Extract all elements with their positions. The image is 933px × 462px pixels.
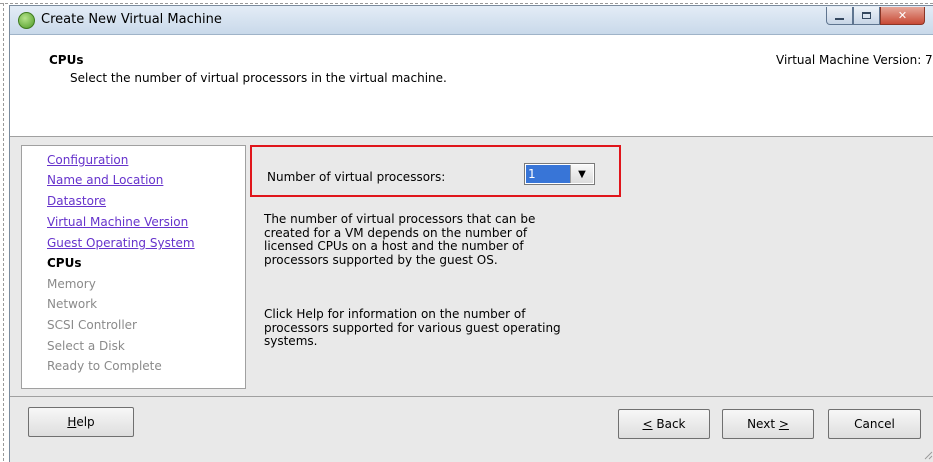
paragraph-line: created for a VM depends on the number o… xyxy=(264,225,528,240)
paragraph-line: systems. xyxy=(264,334,318,348)
nav-item-select-a-disk: Select a Disk xyxy=(47,339,125,353)
maximize-icon xyxy=(862,12,871,19)
step-title: CPUs xyxy=(49,53,84,67)
dashed-border-left xyxy=(3,3,4,461)
nav-item-configuration[interactable]: Configuration xyxy=(47,153,128,167)
nav-item-ready-to-complete: Ready to Complete xyxy=(47,359,162,373)
nav-item-cpus: CPUs xyxy=(47,256,82,270)
nav-item-network: Network xyxy=(47,297,98,311)
cpu-count-label: Number of virtual processors: xyxy=(267,170,446,184)
title-bar[interactable]: Create New Virtual Machine ✕ xyxy=(10,6,933,35)
back-mnemonic: < xyxy=(642,417,653,431)
wizard-steps-panel: Configuration Name and Location Datastor… xyxy=(21,145,246,389)
resize-grip-icon[interactable] xyxy=(923,450,933,460)
nav-item-datastore[interactable]: Datastore xyxy=(47,194,106,208)
help-mnemonic: H xyxy=(67,415,77,429)
cancel-label: Cancel xyxy=(854,417,895,431)
cpu-info-paragraph: The number of virtual processors that ca… xyxy=(264,212,564,267)
dropdown-arrow-icon[interactable]: ▼ xyxy=(570,165,593,183)
cancel-button[interactable]: Cancel xyxy=(828,409,921,439)
vsphere-app-icon xyxy=(18,12,35,29)
close-button[interactable]: ✕ xyxy=(880,7,925,25)
help-info-paragraph: Click Help for information on the number… xyxy=(264,307,564,349)
vm-version-label: Virtual Machine Version: 7 xyxy=(776,53,933,67)
next-mnemonic: > xyxy=(778,417,789,431)
minimize-icon xyxy=(835,17,844,20)
wizard-header: CPUs Select the number of virtual proces… xyxy=(10,35,933,137)
cpu-count-value: 1 xyxy=(526,165,571,183)
window-controls: ✕ xyxy=(826,7,925,26)
window-title: Create New Virtual Machine xyxy=(41,12,222,27)
paragraph-line: processors supported for various guest o… xyxy=(264,320,561,335)
nav-item-name-and-location[interactable]: Name and Location xyxy=(47,173,163,187)
maximize-button[interactable] xyxy=(853,7,880,25)
nav-item-scsi-controller: SCSI Controller xyxy=(47,318,137,332)
nav-item-virtual-machine-version[interactable]: Virtual Machine Version xyxy=(47,215,188,229)
dialog-window: Create New Virtual Machine ✕ CPUs Select… xyxy=(9,5,933,462)
dashed-border-top xyxy=(0,3,933,4)
close-icon: ✕ xyxy=(897,9,908,22)
back-button[interactable]: < Back xyxy=(618,409,710,439)
next-label: Next xyxy=(747,417,779,431)
back-label: Back xyxy=(652,417,686,431)
help-label: elp xyxy=(76,415,95,429)
paragraph-line: The number of virtual processors that ca… xyxy=(264,212,536,226)
minimize-button[interactable] xyxy=(826,7,853,25)
nav-item-guest-operating-system[interactable]: Guest Operating System xyxy=(47,236,195,250)
paragraph-line: licensed CPUs on a host and the number o… xyxy=(264,239,524,253)
help-button[interactable]: Help xyxy=(28,407,134,437)
paragraph-line: Click Help for information on the number… xyxy=(264,307,526,321)
button-bar-divider xyxy=(10,396,933,397)
next-button[interactable]: Next > xyxy=(722,409,814,439)
nav-item-memory: Memory xyxy=(47,277,96,291)
step-subtitle: Select the number of virtual processors … xyxy=(70,71,447,85)
cpu-count-dropdown[interactable]: 1 ▼ xyxy=(524,163,595,185)
paragraph-line: processors supported by the guest OS. xyxy=(264,252,498,267)
cpu-selection-highlight: Number of virtual processors: 1 ▼ xyxy=(250,145,621,197)
